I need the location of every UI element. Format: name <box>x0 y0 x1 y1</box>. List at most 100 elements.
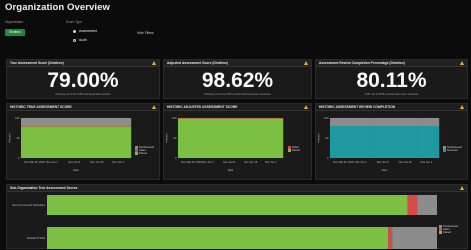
bar-segment-not-reviewed[interactable] <box>352 118 374 126</box>
y-tick-label: 0 <box>18 156 20 160</box>
bar-segment-not-reviewed[interactable] <box>65 118 87 126</box>
suborg-bar-passed[interactable] <box>47 195 408 215</box>
radio-audit[interactable]: Audit <box>73 38 87 42</box>
x-axis-label: Date <box>228 168 234 172</box>
legend-swatch <box>439 231 442 234</box>
suborg-row-label: Security Focused Subsidiary <box>12 203 46 207</box>
x-tick-label: Nov Jun 8 <box>68 160 80 164</box>
legend-swatch <box>288 149 291 152</box>
suborg-bar-passed[interactable] <box>47 227 388 249</box>
bar-segment-reviewed[interactable] <box>352 126 374 158</box>
y-tick-label: 100 <box>15 116 20 120</box>
chart-legend: Not Reviewed Failed Passed <box>135 146 154 155</box>
y-tick-label: 100 <box>324 116 329 120</box>
suborg-bar-failed[interactable] <box>388 227 392 249</box>
kpi-true-score: True Assessment Score (Dimitrov) 79.00% … <box>6 59 160 99</box>
bar-segment-not-reviewed[interactable] <box>417 118 439 126</box>
bar-segment-failed[interactable] <box>262 118 283 119</box>
warning-icon[interactable] <box>460 105 464 109</box>
kpi-title: Adjusted Assessment Score (Dimitrov) <box>164 60 311 67</box>
bar-segment-passed[interactable] <box>220 119 241 158</box>
x-tick-label: Nov Jun 1 <box>265 160 277 164</box>
x-tick-label: Nov Jun 15 <box>399 160 413 164</box>
historic-true-chart: 100500PercentNov Mar 20, 2022Nov Jun 1No… <box>7 110 161 180</box>
warning-icon[interactable] <box>304 105 308 109</box>
bar-segment-passed[interactable] <box>87 126 109 158</box>
kpi-subtext: Passing out of the 3785 total applicable… <box>7 93 159 96</box>
chart-legend: Not Reviewed Reviewed <box>443 146 462 152</box>
kpi-value: 79.00% <box>7 69 159 93</box>
bar-segment-failed[interactable] <box>199 118 220 119</box>
bar-segment-passed[interactable] <box>241 119 262 158</box>
bar-segment-passed[interactable] <box>199 119 220 158</box>
page-header: Organization Overview <box>5 2 110 13</box>
x-tick-label: Nov Jun 8 <box>377 160 389 164</box>
kpi-title: Assessment Review Completion Percentage … <box>316 60 467 67</box>
bar-segment-failed[interactable] <box>178 118 199 119</box>
y-tick-label: 50 <box>174 136 177 140</box>
legend-label: Passed <box>292 149 300 152</box>
y-tick-label: 50 <box>17 136 20 140</box>
bar-segment-not-reviewed[interactable] <box>87 118 109 126</box>
warning-icon[interactable] <box>304 61 308 65</box>
radio-assessment-label: Assessment <box>79 29 97 33</box>
y-tick-label: 0 <box>175 156 177 160</box>
bar-segment-not-reviewed[interactable] <box>395 118 417 126</box>
bar-segment-not-reviewed[interactable] <box>43 118 65 126</box>
legend-swatch <box>443 149 446 152</box>
organization-label: Organization <box>5 20 23 24</box>
historic-adjusted-chart: 100500PercentNov Mar 20, 2022Nov Jun 1No… <box>164 110 313 180</box>
suborg-panel: Sub-Organization True Assessment Scores … <box>6 184 468 249</box>
bar-segment-reviewed[interactable] <box>395 126 417 158</box>
y-axis-label: Percent <box>165 133 169 142</box>
dashboard-page: Organization Overview Organization Dimit… <box>0 0 471 249</box>
legend-item: Reviewed <box>443 149 462 152</box>
organization-select[interactable]: Dimitrov <box>5 29 25 36</box>
score-type-label: Score Type <box>66 20 82 24</box>
bar-segment-not-reviewed[interactable] <box>21 118 43 126</box>
kpi-review-completion: Assessment Review Completion Percentage … <box>315 59 468 99</box>
bar-segment-passed[interactable] <box>109 126 131 158</box>
x-tick-label: Nov Jun 8 <box>223 160 235 164</box>
x-tick-label: Nov Jun 15 <box>90 160 104 164</box>
chart-legend: Failed Passed <box>288 146 300 152</box>
x-tick-label: Nov Jun 1 <box>202 160 214 164</box>
warning-icon[interactable] <box>460 186 464 190</box>
bar-segment-passed[interactable] <box>262 119 283 158</box>
bar-segment-not-reviewed[interactable] <box>374 118 396 126</box>
bar-segment-not-reviewed[interactable] <box>330 118 352 126</box>
bar-segment-reviewed[interactable] <box>417 126 439 158</box>
warning-icon[interactable] <box>152 105 156 109</box>
y-tick-label: 50 <box>326 136 329 140</box>
radio-selected-icon <box>73 30 76 33</box>
kpi-value: 80.11% <box>316 69 467 93</box>
kpi-adjusted-score: Adjusted Assessment Score (Dimitrov) 98.… <box>163 59 312 99</box>
bar-segment-passed[interactable] <box>43 126 65 158</box>
suborg-bar-not-reviewed[interactable] <box>418 195 438 215</box>
bar-segment-passed[interactable] <box>21 126 43 158</box>
y-tick-label: 100 <box>172 116 177 120</box>
bar-segment-failed[interactable] <box>241 118 262 119</box>
kpi-subtext: 3787 out of 3785 controls have been revi… <box>316 93 467 96</box>
y-axis-label: Percent <box>8 133 12 142</box>
warning-icon[interactable] <box>152 61 156 65</box>
kpi-title: True Assessment Score (Dimitrov) <box>7 60 159 67</box>
bar-segment-not-reviewed[interactable] <box>109 118 131 126</box>
x-tick-label: Nov Jun 15 <box>244 160 258 164</box>
chart-panel-adjusted: HISTORIC ADJUSTED ASSESSMENT SCORE 10050… <box>163 103 312 180</box>
suborg-bar-not-reviewed[interactable] <box>392 227 437 249</box>
x-tick-label: Nov Jun 1 <box>420 160 432 164</box>
radio-unselected-icon <box>73 39 76 42</box>
y-tick-label: 0 <box>327 156 329 160</box>
suborg-bar-failed[interactable] <box>408 195 418 215</box>
bar-segment-passed[interactable] <box>65 126 87 158</box>
bar-segment-reviewed[interactable] <box>374 126 396 158</box>
bar-segment-passed[interactable] <box>178 119 199 158</box>
legend-label: Passed <box>443 231 451 234</box>
bar-segment-failed[interactable] <box>220 118 241 119</box>
legend-swatch <box>135 152 138 155</box>
bar-segment-reviewed[interactable] <box>330 126 352 158</box>
warning-icon[interactable] <box>460 61 464 65</box>
radio-assessment[interactable]: Assessment <box>73 29 97 33</box>
hide-filters-link[interactable]: Hide Filters <box>137 31 154 35</box>
